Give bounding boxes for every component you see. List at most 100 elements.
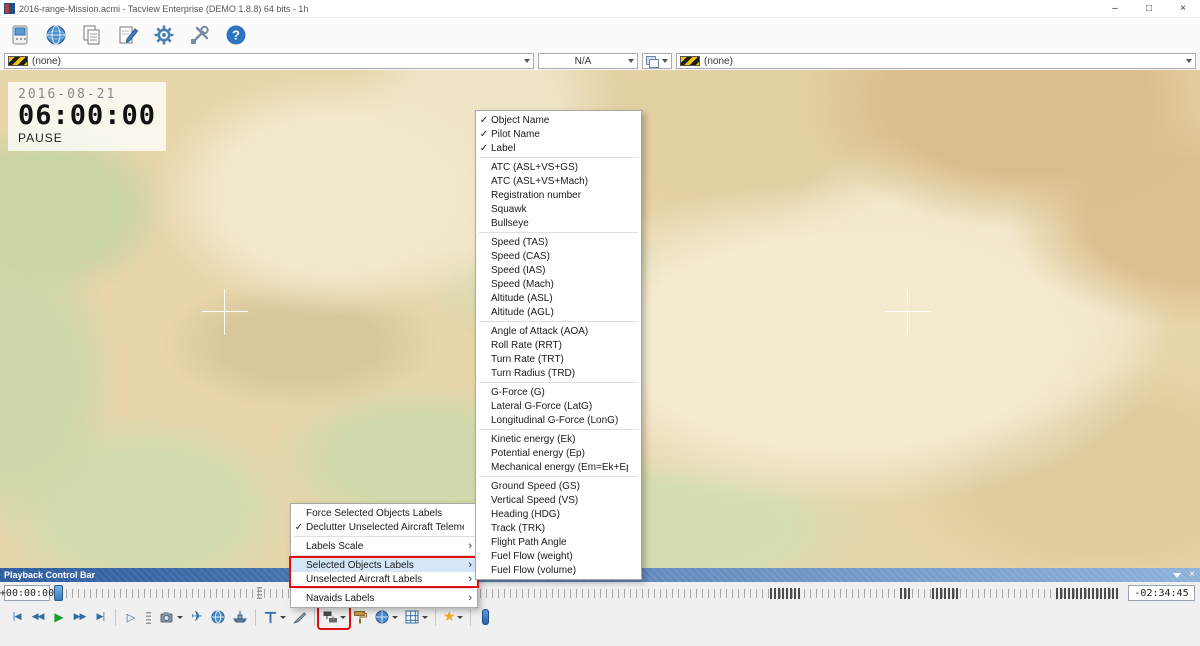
cut-tool-button[interactable]	[289, 607, 310, 628]
skip-to-end-button[interactable]: ▶|	[90, 607, 111, 628]
menu-item-navaids-labels[interactable]: Navaids Labels ›	[291, 591, 477, 605]
grid-options-button[interactable]	[401, 607, 431, 628]
satellite-view-button[interactable]	[207, 607, 229, 628]
external-view-button[interactable]	[229, 607, 251, 628]
toolbar-separator	[435, 608, 436, 626]
menu-item-roll-rate-rrt[interactable]: Roll Rate (RRT)	[476, 338, 641, 352]
minimize-button[interactable]: –	[1098, 0, 1132, 18]
menu-item-vertical-speed-vs[interactable]: Vertical Speed (VS)	[476, 493, 641, 507]
application-window: 2016-range-Mission.acmi - Tacview Enterp…	[0, 0, 1200, 646]
menu-item-heading-hdg[interactable]: Heading (HDG)	[476, 507, 641, 521]
menu-item-altitude-agl[interactable]: Altitude (AGL)	[476, 305, 641, 319]
help-button[interactable]: ?	[220, 20, 252, 50]
menu-item-speed-mach[interactable]: Speed (Mach)	[476, 277, 641, 291]
menu-item-pilot-name[interactable]: ✓ Pilot Name	[476, 127, 641, 141]
menu-item-g-force-g[interactable]: G-Force (G)	[476, 385, 641, 399]
secondary-object-selector[interactable]: (none)	[676, 53, 1196, 69]
primary-object-selector[interactable]: (none)	[4, 53, 534, 69]
wrench-icon	[191, 25, 209, 44]
elapsed-time-input[interactable]: +00:00:00	[0, 585, 54, 601]
skip-to-start-button[interactable]: |◀	[6, 607, 27, 628]
chevron-down-icon	[1186, 59, 1192, 63]
menu-item-label: Turn Rate (TRT)	[491, 353, 564, 365]
aircraft-view-button[interactable]: ✈	[186, 607, 207, 628]
menu-item-flight-path-angle[interactable]: Flight Path Angle	[476, 535, 641, 549]
documents-button[interactable]	[76, 20, 108, 50]
menu-item-angle-of-attack-aoa[interactable]: Angle of Attack (AOA)	[476, 324, 641, 338]
auto-hide-button[interactable]	[1173, 573, 1182, 578]
menu-item-turn-radius-trd[interactable]: Turn Radius (TRD)	[476, 366, 641, 380]
ruler-icon	[264, 611, 277, 623]
menu-separator	[479, 476, 638, 477]
menu-item-speed-ias[interactable]: Speed (IAS)	[476, 263, 641, 277]
check-icon: ✓	[479, 128, 489, 140]
remaining-time-input[interactable]: -02:34:45	[1128, 585, 1195, 601]
menu-item-speed-cas[interactable]: Speed (CAS)	[476, 249, 641, 263]
menu-item-altitude-asl[interactable]: Altitude (ASL)	[476, 291, 641, 305]
menu-item-label: Roll Rate (RRT)	[491, 339, 562, 351]
menu-item-kinetic-energy-ek[interactable]: Kinetic energy (Ek)	[476, 432, 641, 446]
secondary-selector-button[interactable]	[642, 53, 672, 69]
menu-item-atc-asl-vs-gs[interactable]: ATC (ASL+VS+GS)	[476, 160, 641, 174]
close-panel-button[interactable]: ×	[1189, 569, 1195, 581]
menu-separator	[294, 588, 474, 589]
map-layers-button[interactable]	[371, 607, 401, 628]
playback-panel: +00:00:00 -02:34:45 |◀ ◀◀ ▶ ▶▶ ▶| ▷ ✈ ★	[0, 582, 1200, 646]
step-forward-button[interactable]: ▷	[120, 607, 141, 628]
splitter-grip[interactable]	[257, 587, 262, 599]
menu-item-fuel-flow-weight[interactable]: Fuel Flow (weight)	[476, 549, 641, 563]
menu-item-ground-speed-gs[interactable]: Ground Speed (GS)	[476, 479, 641, 493]
timeline-event-segment	[770, 588, 800, 599]
menu-item-unselected-aircraft-labels[interactable]: Unselected Aircraft Labels ›	[291, 572, 477, 586]
terrain-texture-button[interactable]	[349, 607, 371, 628]
maximize-button[interactable]: □	[1132, 0, 1166, 18]
menu-item-longitudinal-g-force-long[interactable]: Longitudinal G-Force (LonG)	[476, 413, 641, 427]
menu-item-label: Turn Radius (TRD)	[491, 367, 576, 379]
camera-mode-button[interactable]	[156, 607, 186, 628]
toolbar-grip[interactable]	[146, 610, 151, 624]
menu-item-label: Navaids Labels	[306, 592, 375, 604]
menu-item-potential-energy-ep[interactable]: Potential energy (Ep)	[476, 446, 641, 460]
settings-button[interactable]	[148, 20, 180, 50]
menu-item-bullseye[interactable]: Bullseye	[476, 216, 641, 230]
menu-item-declutter-unselected-aircraft-telemetry[interactable]: ✓ Declutter Unselected Aircraft Telemetry	[291, 520, 477, 534]
labels-menu: Force Selected Objects Labels ✓ Declutter …	[289, 503, 479, 608]
recorder-icon	[12, 25, 28, 45]
recorder-button[interactable]	[4, 20, 36, 50]
fast-forward-button[interactable]: ▶▶	[69, 607, 90, 628]
bookmark-button[interactable]: ★	[440, 607, 466, 628]
edit-button[interactable]	[112, 20, 144, 50]
play-button[interactable]: ▶	[48, 607, 69, 628]
menu-item-labels-scale[interactable]: Labels Scale ›	[291, 539, 477, 553]
world-button[interactable]	[40, 20, 72, 50]
menu-item-force-selected-objects-labels[interactable]: Force Selected Objects Labels	[291, 506, 477, 520]
tools-button[interactable]	[184, 20, 216, 50]
menu-item-object-name[interactable]: ✓ Object Name	[476, 113, 641, 127]
menu-item-turn-rate-trt[interactable]: Turn Rate (TRT)	[476, 352, 641, 366]
menu-item-fuel-flow-volume[interactable]: Fuel Flow (volume)	[476, 563, 641, 577]
menu-item-track-trk[interactable]: Track (TRK)	[476, 521, 641, 535]
timeline-handle[interactable]	[54, 585, 63, 601]
menu-item-label[interactable]: ✓ Label	[476, 141, 641, 155]
rewind-button[interactable]: ◀◀	[27, 607, 48, 628]
close-button[interactable]: ×	[1166, 0, 1200, 18]
menu-item-registration-number[interactable]: Registration number	[476, 188, 641, 202]
timeline-row: +00:00:00 -02:34:45	[0, 582, 1200, 604]
time-marker-button[interactable]	[475, 607, 496, 628]
measurement-tool-button[interactable]	[260, 607, 289, 628]
labels-button[interactable]	[317, 604, 351, 630]
layers-icon	[646, 56, 659, 68]
menu-item-atc-asl-vs-mach[interactable]: ATC (ASL+VS+Mach)	[476, 174, 641, 188]
timeline[interactable]	[66, 588, 1122, 599]
menu-item-label: Track (TRK)	[491, 522, 546, 534]
fields-menu: ✓ Object Name ✓ Pilot Name ✓ Label ATC (ASL+VS…	[475, 110, 642, 580]
menu-item-squawk[interactable]: Squawk	[476, 202, 641, 216]
telemetry-value-selector[interactable]: N/A	[538, 53, 638, 69]
menu-item-lateral-g-force-latg[interactable]: Lateral G-Force (LatG)	[476, 399, 641, 413]
submenu-arrow-icon: ›	[468, 592, 472, 604]
menu-item-mechanical-energy-em-ek-ep[interactable]: Mechanical energy (Em=Ek+Ep)	[476, 460, 641, 474]
timeline-event-segment	[1056, 588, 1118, 599]
menu-item-selected-objects-labels[interactable]: Selected Objects Labels ›	[291, 558, 477, 572]
labels-icon	[323, 611, 337, 623]
menu-item-speed-tas[interactable]: Speed (TAS)	[476, 235, 641, 249]
